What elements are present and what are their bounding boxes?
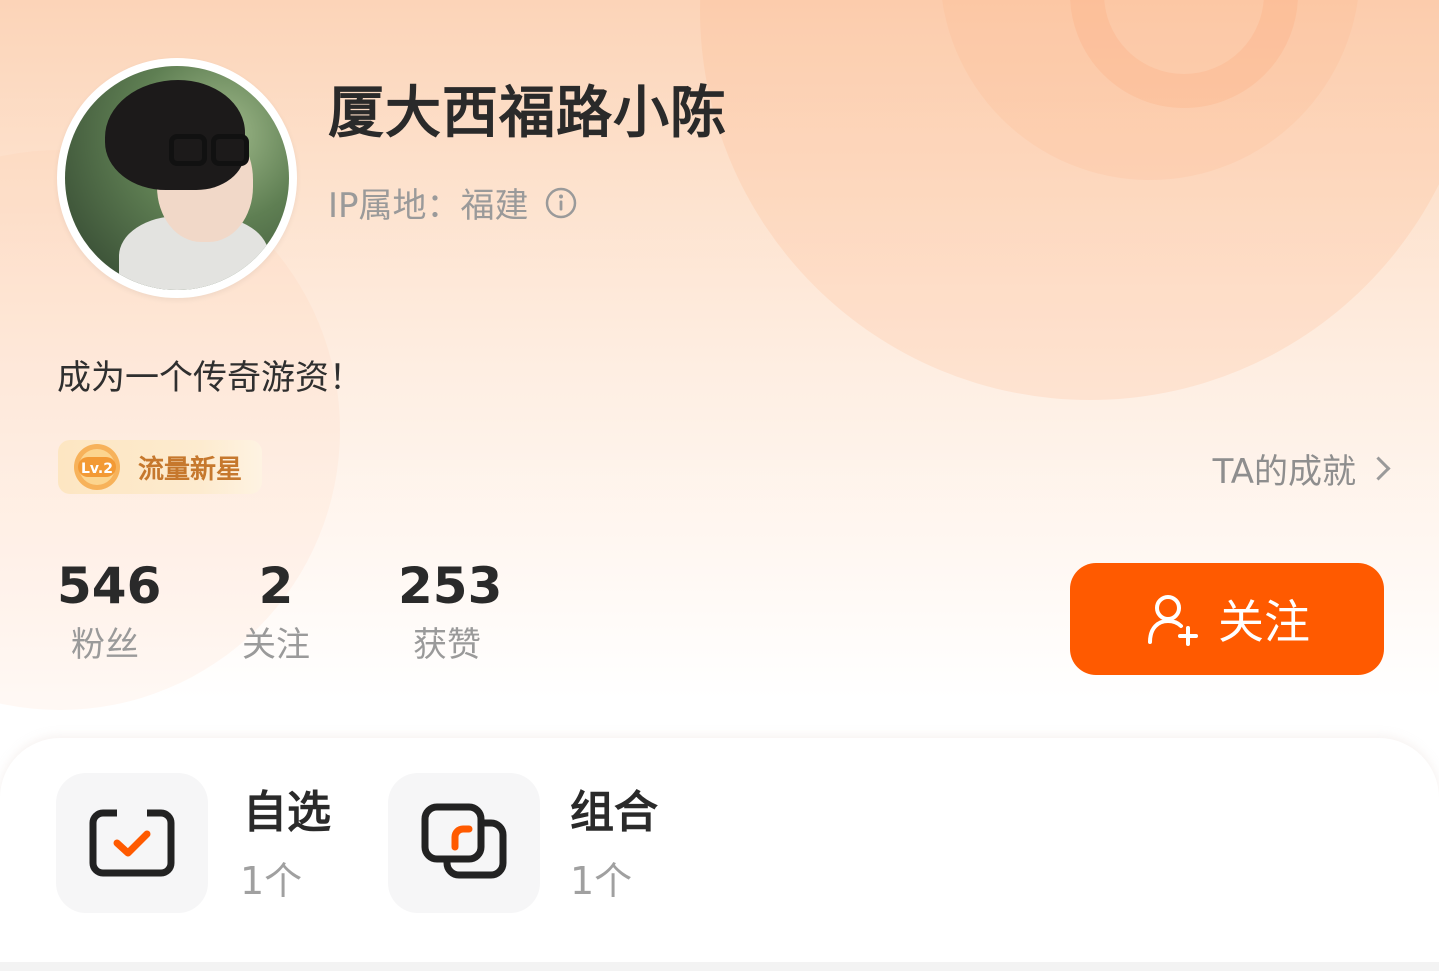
stat-following[interactable]: 2 关注: [230, 556, 322, 668]
stat-likes[interactable]: 253 获赞: [398, 556, 503, 668]
nickname: 厦大西福路小陈: [328, 81, 727, 146]
achievements-label: TA的成就: [1212, 452, 1356, 492]
profile-page: 厦大西福路小陈 IP属地：福建 成为一个传奇游资！ Lv.2 流量新星 TA的成…: [0, 0, 1439, 971]
avatar-photo: [65, 66, 289, 290]
stat-value: 253: [398, 557, 503, 615]
avatar[interactable]: [57, 58, 297, 298]
follow-button-label: 关注: [1218, 595, 1310, 649]
chevron-right-icon: [1366, 456, 1391, 481]
checkbox-icon: [89, 807, 175, 877]
bio: 成为一个传奇游资！: [57, 358, 363, 398]
stat-value: 2: [258, 557, 294, 615]
info-icon[interactable]: [545, 187, 577, 219]
portfolio-title[interactable]: 组合: [570, 776, 658, 840]
badge-level: Lv.2: [81, 461, 113, 477]
watchlist-title[interactable]: 自选: [243, 776, 331, 840]
stat-label: 粉丝: [71, 625, 139, 665]
follow-button[interactable]: 关注: [1070, 563, 1384, 675]
stat-label: 关注: [242, 625, 310, 665]
portfolio-icon: [421, 803, 507, 879]
portfolio-count: 1个: [570, 859, 633, 903]
level-badge[interactable]: Lv.2 流量新星: [58, 440, 263, 494]
level-medal-icon: Lv.2: [74, 444, 120, 490]
stat-followers[interactable]: 546 粉丝: [57, 556, 162, 668]
achievements-link[interactable]: TA的成就: [1212, 444, 1391, 493]
watchlist-count: 1个: [240, 859, 303, 903]
watchlist-tile[interactable]: [56, 773, 208, 913]
portfolio-tile[interactable]: [388, 773, 540, 913]
shortcut-card: 自选 1个 组合 1个: [0, 738, 1439, 971]
ip-location: IP属地：福建: [328, 186, 529, 226]
badge-label: 流量新星: [138, 454, 243, 485]
stat-label: 获赞: [413, 625, 481, 665]
stat-value: 546: [57, 557, 162, 615]
add-user-icon: [1148, 595, 1198, 646]
ip-location-row: IP属地：福建: [328, 178, 577, 227]
divider: [0, 962, 1439, 971]
